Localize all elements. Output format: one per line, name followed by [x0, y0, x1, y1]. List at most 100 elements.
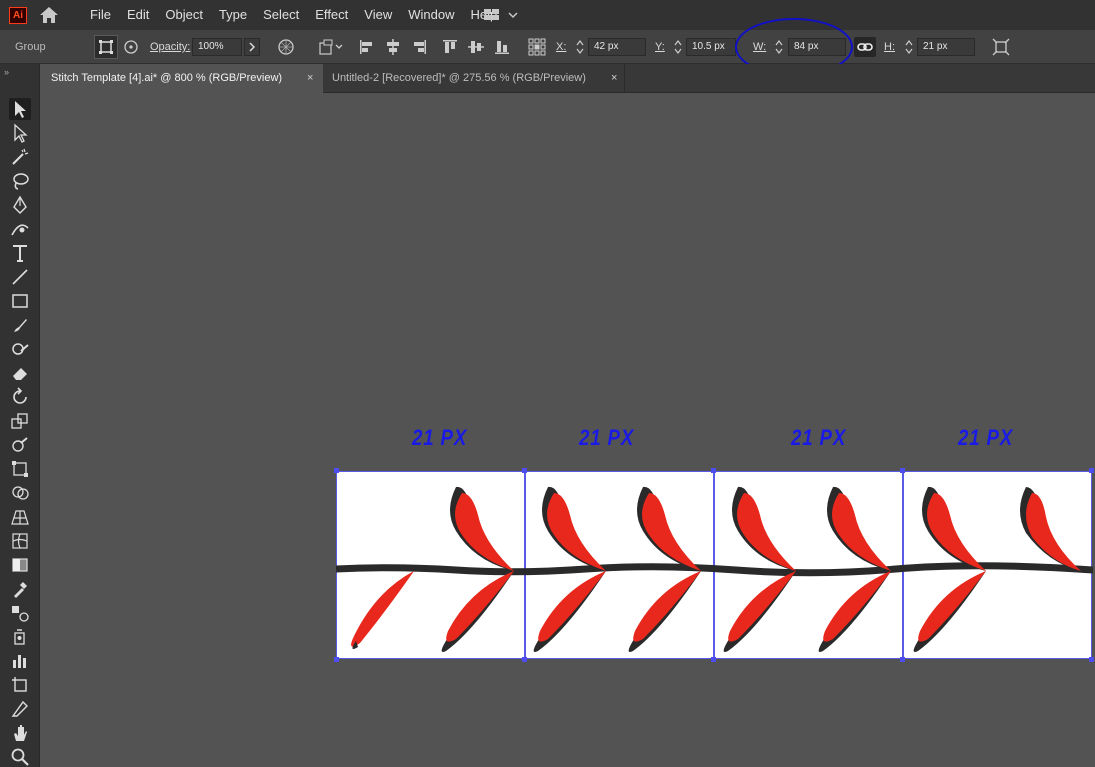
selection-handle[interactable]	[711, 657, 716, 662]
selection-handle[interactable]	[522, 657, 527, 662]
reference-point-icon[interactable]	[122, 38, 140, 56]
menu-bar: Ai File Edit Object Type Select Effect V…	[0, 0, 1095, 30]
eyedropper-tool-icon[interactable]	[9, 578, 31, 600]
constrain-proportions-link-icon[interactable]	[854, 37, 876, 57]
menu-view[interactable]: View	[356, 0, 400, 30]
selection-handle[interactable]	[900, 657, 905, 662]
selection-handle[interactable]	[334, 657, 339, 662]
stitch-lower-arm	[446, 571, 514, 642]
free-transform-tool-icon[interactable]	[9, 458, 31, 480]
tab-label: Untitled-2 [Recovered]* @ 275.56 % (RGB/…	[332, 72, 586, 84]
menu-window[interactable]: Window	[400, 0, 462, 30]
app-logo: Ai	[9, 7, 27, 24]
scale-tool-icon[interactable]	[9, 410, 31, 432]
close-tab-icon[interactable]: ×	[307, 64, 313, 93]
workspace-switcher-icon[interactable]	[482, 7, 520, 23]
height-input[interactable]: 21 px	[917, 38, 975, 56]
menu-type[interactable]: Type	[211, 0, 255, 30]
opacity-input[interactable]: 100%	[192, 38, 242, 56]
stitch-lower-arm	[823, 571, 891, 642]
direct-selection-tool-icon[interactable]	[9, 122, 31, 144]
slice-tool-icon[interactable]	[9, 698, 31, 720]
align-top-icon[interactable]	[441, 38, 459, 56]
height-stepper-icon[interactable]	[904, 38, 914, 56]
gradient-tool-icon[interactable]	[9, 554, 31, 576]
transform-panel-icon[interactable]	[991, 37, 1011, 57]
x-label: X:	[556, 41, 567, 53]
shaper-tool-icon[interactable]	[9, 338, 31, 360]
stitch-lower-arm	[351, 571, 414, 647]
zoom-tool-icon[interactable]	[9, 746, 31, 767]
menu-edit[interactable]: Edit	[119, 0, 157, 30]
tab-stitch-template[interactable]: Stitch Template [4].ai* @ 800 % (RGB/Pre…	[42, 64, 323, 93]
rotate-tool-icon[interactable]	[9, 386, 31, 408]
align-horizontal-center-icon[interactable]	[384, 38, 402, 56]
dimension-annotation: 21 PX	[412, 425, 468, 450]
close-tab-icon[interactable]: ×	[611, 64, 617, 93]
selection-handle[interactable]	[334, 468, 339, 473]
menu-object[interactable]: Object	[157, 0, 211, 30]
align-right-icon[interactable]	[410, 38, 428, 56]
stitch-lower-arm	[633, 571, 701, 642]
paintbrush-tool-icon[interactable]	[9, 314, 31, 336]
opacity-expand-icon[interactable]	[244, 38, 260, 56]
curvature-tool-icon[interactable]	[9, 218, 31, 240]
magic-wand-tool-icon[interactable]	[9, 146, 31, 168]
transform-grid-icon[interactable]	[527, 37, 547, 57]
symbol-sprayer-tool-icon[interactable]	[9, 626, 31, 648]
selection-handle[interactable]	[1089, 657, 1094, 662]
align-left-icon[interactable]	[358, 38, 376, 56]
pen-tool-icon[interactable]	[9, 194, 31, 216]
stitch-upper-arm	[927, 493, 986, 571]
collapse-panel-icon[interactable]: »	[4, 67, 9, 77]
tools-panel: »	[0, 64, 40, 767]
column-graph-tool-icon[interactable]	[9, 650, 31, 672]
perspective-grid-tool-icon[interactable]	[9, 506, 31, 528]
mesh-tool-icon[interactable]	[9, 530, 31, 552]
stitch-upper-arm	[642, 493, 701, 571]
blend-tool-icon[interactable]	[9, 602, 31, 624]
document-setup-icon[interactable]	[318, 38, 344, 56]
transform-bounding-icon[interactable]	[94, 35, 118, 59]
stitch-upper-arm	[832, 493, 891, 571]
recolor-artwork-icon[interactable]	[277, 38, 295, 56]
tab-label: Stitch Template [4].ai* @ 800 % (RGB/Pre…	[51, 72, 283, 84]
selection-handle[interactable]	[1089, 468, 1094, 473]
selection-handle[interactable]	[711, 468, 716, 473]
x-input[interactable]: 42 px	[588, 38, 646, 56]
menu-list: File Edit Object Type Select Effect View…	[82, 0, 505, 30]
dimension-annotation: 21 PX	[579, 425, 635, 450]
stitch-upper-arm	[737, 493, 796, 571]
height-label: H:	[884, 41, 895, 53]
hand-tool-icon[interactable]	[9, 722, 31, 744]
opacity-label: Opacity:	[150, 41, 191, 53]
canvas-area[interactable]	[42, 94, 1095, 767]
menu-effect[interactable]: Effect	[307, 0, 356, 30]
dimension-annotation: 21 PX	[958, 425, 1014, 450]
x-stepper-icon[interactable]	[575, 38, 585, 56]
artboard-tool-icon[interactable]	[9, 674, 31, 696]
selection-handle[interactable]	[522, 468, 527, 473]
stitch-lower-arm	[918, 571, 986, 642]
stitch-upper-arm	[455, 493, 514, 571]
tab-untitled-2[interactable]: Untitled-2 [Recovered]* @ 275.56 % (RGB/…	[323, 64, 625, 93]
document-tab-bar: Stitch Template [4].ai* @ 800 % (RGB/Pre…	[42, 64, 1095, 93]
selection-handle[interactable]	[900, 468, 905, 473]
y-label: Y:	[655, 41, 665, 53]
menu-select[interactable]: Select	[255, 0, 307, 30]
selection-tool-icon[interactable]	[9, 98, 31, 120]
lasso-tool-icon[interactable]	[9, 170, 31, 192]
shape-builder-tool-icon[interactable]	[9, 482, 31, 504]
align-vertical-center-icon[interactable]	[467, 38, 485, 56]
y-stepper-icon[interactable]	[673, 38, 683, 56]
home-icon[interactable]	[38, 6, 60, 24]
control-bar: Group Opacity: 100% X: 42 px Y: 10.5 px …	[0, 30, 1095, 64]
rectangle-tool-icon[interactable]	[9, 290, 31, 312]
menu-file[interactable]: File	[82, 0, 119, 30]
warp-tool-icon[interactable]	[9, 434, 31, 456]
line-tool-icon[interactable]	[9, 266, 31, 288]
eraser-tool-icon[interactable]	[9, 362, 31, 384]
type-tool-icon[interactable]	[9, 242, 31, 264]
align-bottom-icon[interactable]	[493, 38, 511, 56]
y-input[interactable]: 10.5 px	[686, 38, 736, 56]
